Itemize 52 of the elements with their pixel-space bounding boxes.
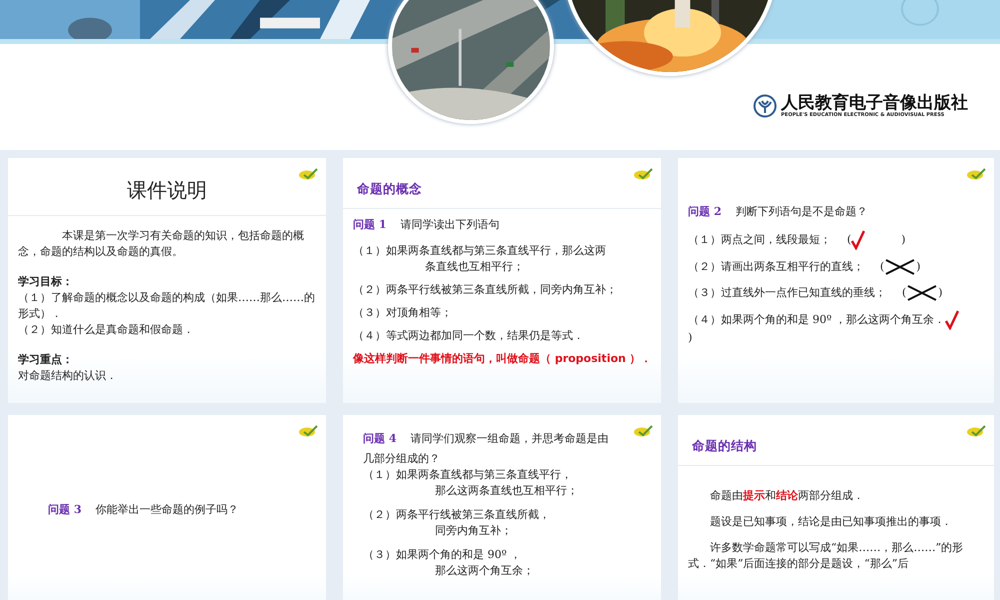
question-label: 问题 3 bbox=[48, 502, 82, 518]
question-text: 请同学读出下列语句 bbox=[400, 217, 500, 234]
emblem-icon bbox=[633, 425, 653, 437]
list-item: （４）如果两个角的和是 90º ，那么这两个角互余． bbox=[688, 312, 946, 326]
emblem-icon bbox=[966, 168, 986, 180]
text-line: 那么这两个角互余； bbox=[434, 562, 535, 578]
text-line: 几部分组成的？ bbox=[363, 450, 441, 467]
list-item: （１）如果两条直线都与第三条直线平行，那么这两 bbox=[353, 243, 607, 259]
slide-title: 命题的结构 bbox=[678, 415, 994, 466]
list-item: （１）两点之间，线段最短； bbox=[688, 232, 831, 246]
text-line: 那么这两条直线也互相平行； bbox=[434, 482, 579, 499]
list-item: （３）对顶角相等； bbox=[353, 304, 453, 321]
section-heading: 学习重点： bbox=[18, 352, 74, 368]
text-line: 同旁内角互补； bbox=[434, 522, 513, 539]
list-item: （４）等式两边都加同一个数，结果仍是等式． bbox=[353, 328, 585, 344]
paragraph: 命题由提示和结论两部分组成． bbox=[709, 488, 865, 504]
list-item: （２）请画出两条互相平行的直线； bbox=[688, 260, 864, 273]
paren: ( bbox=[902, 284, 906, 301]
emblem-icon bbox=[633, 168, 653, 180]
section-heading: 学习目标： bbox=[18, 274, 74, 290]
text-line: 条直线也互相平行； bbox=[424, 259, 525, 275]
question-text: 判断下列语句是不是命题？ bbox=[735, 204, 868, 220]
publisher-name: 人民教育电子音像出版社 bbox=[781, 94, 968, 112]
definition-note: 像这样判断一件事情的语句，叫做命题（ proposition ）． bbox=[353, 350, 653, 367]
publisher-logo-icon bbox=[753, 94, 777, 118]
list-item: （３）如果两个角的和是 90º ， bbox=[363, 546, 522, 563]
list-item: （２）两条平行线被第三条直线所截，同旁内角互补； bbox=[353, 282, 618, 298]
list-item: （２）两条平行线被第三条直线所截， bbox=[363, 506, 551, 523]
question-label: 问题 2 bbox=[688, 204, 722, 220]
question-text: 请同学们观察一组命题，并思考命题是由 bbox=[410, 431, 608, 447]
emblem-icon bbox=[966, 425, 986, 437]
paragraph: 本课是第一次学习有关命题的知识，包括命题的概念，命题的结构以及命题的真假。 bbox=[18, 228, 305, 260]
list-item: （３）过直线外一点作已知直线的垂线； bbox=[688, 286, 886, 299]
paragraph: 许多数学命题常可以写成“如果……，那么……”的形式．“如果”后面连接的部分是题设，“那么”后 bbox=[688, 540, 964, 572]
paren: ) bbox=[916, 258, 921, 275]
question-text: 你能举出一些命题的例子吗？ bbox=[95, 502, 238, 518]
list-item: （１）如果两条直线都与第三条直线平行， bbox=[363, 466, 573, 483]
question-label: 问题 1 bbox=[353, 217, 386, 234]
paren: ( bbox=[847, 232, 852, 248]
text-line: 对命题结构的认识． bbox=[18, 368, 118, 384]
slide-title: 命题的概念 bbox=[343, 158, 661, 210]
question-label: 问题 4 bbox=[363, 431, 396, 447]
paren: ) bbox=[938, 284, 943, 301]
paren: ( bbox=[880, 258, 884, 275]
paren: ) bbox=[688, 330, 692, 344]
text-line: （１）了解命题的概念以及命题的构成（如果……那么……的形式）． bbox=[18, 290, 316, 322]
paragraph: 题设是已知事项，结论是由已知事项推出的事项． bbox=[709, 514, 953, 530]
emblem-icon bbox=[298, 168, 318, 180]
text-line: （２）知道什么是真命题和假命题． bbox=[18, 322, 195, 338]
slide-title: 课件说明 bbox=[8, 158, 326, 216]
emblem-icon bbox=[298, 425, 318, 437]
paren: ) bbox=[901, 232, 906, 248]
